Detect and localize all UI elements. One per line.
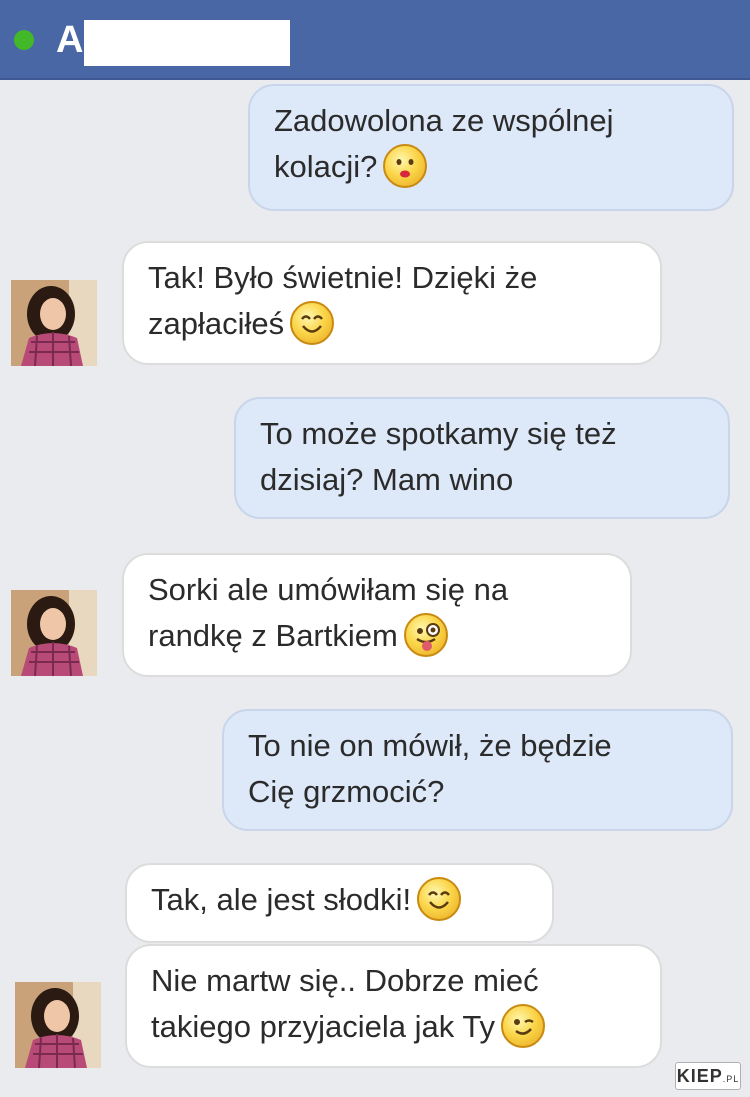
message-text: To może spotkamy się też [260,416,617,451]
message-text: takiego przyjaciela jak Ty [151,1009,496,1044]
message-received: Tak! Było świetnie! Dzięki że zapłaciłeś [122,241,662,365]
message-text: Sorki ale umówiłam się na [148,572,509,607]
message-sent: To może spotkamy się też dzisiaj? Mam wi… [234,397,730,519]
message-sent: Zadowolona ze wspólnej kolacji? [248,84,734,211]
chat-header: A [0,0,750,80]
tongue-wink-face-icon [403,612,448,657]
kiss-face-icon [383,143,428,188]
site-watermark-logo: KIEP.PL [675,1062,741,1090]
message-sent: To nie on mówił, że będzie Cię grzmocić? [222,709,733,831]
message-text: Nie martw się.. Dobrze mieć [151,963,539,998]
message-received: Nie martw się.. Dobrze mieć takiego przy… [125,944,662,1068]
message-text: Tak, ale jest słodki! [151,882,412,917]
message-text: kolacji? [274,149,378,184]
message-text: Cię grzmocić? [248,774,445,809]
name-redaction [84,20,290,66]
message-text: randkę z Bartkiem [148,618,398,653]
message-received: Tak, ale jest słodki! [125,863,554,943]
avatar[interactable] [11,280,97,366]
online-status-icon [14,30,34,50]
message-text: zapłaciłeś [148,306,285,341]
avatar[interactable] [11,590,97,676]
message-received: Sorki ale umówiłam się na randkę z Bartk… [122,553,632,677]
contact-name[interactable]: A [56,18,83,62]
message-text: dzisiaj? Mam wino [260,462,514,497]
watermark-text: KIEP [676,1066,723,1086]
message-text: Zadowolona ze wspólnej [274,103,614,138]
smile-face-icon [417,876,462,921]
smile-face-icon [290,300,335,345]
watermark-suffix: .PL [722,1074,740,1084]
message-text: Tak! Było świetnie! Dzięki że [148,260,538,295]
message-text: To nie on mówił, że będzie [248,728,612,763]
avatar[interactable] [15,982,101,1068]
wink-face-icon [501,1003,546,1048]
